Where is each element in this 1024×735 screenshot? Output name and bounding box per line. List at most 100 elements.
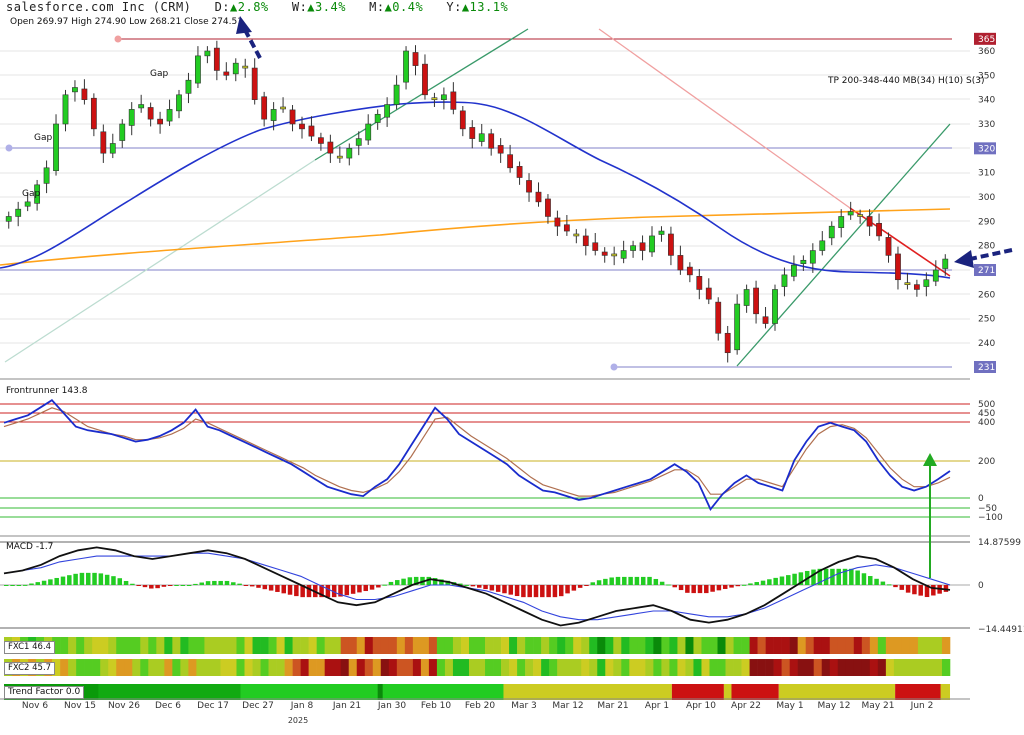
heat-cell [180,637,189,654]
heat-cell [452,637,462,654]
candle-body [157,118,163,125]
macd-histogram-bar [653,578,659,585]
heat-cell [124,637,133,654]
trendline-upper-green [314,28,529,161]
heat-cell [60,637,69,654]
candle-body [299,123,305,130]
macd-histogram-bar [760,580,766,585]
macd-histogram-bar [861,573,867,585]
heat-cell [893,659,903,676]
heat-cell [388,659,398,676]
x-axis-date-label: Mar 3 [511,701,537,711]
heat-cell [725,637,734,654]
macd-histogram-bar [893,585,898,588]
macd-histogram-bar [697,585,703,594]
macd-histogram-bar [918,585,923,596]
heat-cell [204,659,213,676]
heat-cell [268,637,277,654]
candle-body [478,133,485,142]
trend-segment [723,684,732,700]
macd-histogram-bar [741,584,747,586]
heat-cell [509,659,518,676]
heat-cell [140,659,149,676]
price-tick-label: 240 [978,339,995,349]
price-tag-label: 271 [978,266,995,276]
heat-cell [92,637,101,654]
heat-cell [364,659,374,676]
macd-histogram-bar [748,583,753,585]
macd-histogram-bar [464,584,469,586]
macd-tick-label: 0 [978,581,984,591]
trend-segment [98,684,241,700]
heat-cell [837,659,847,676]
macd-histogram-bar [533,585,539,598]
macd-histogram-bar [565,585,570,594]
candle-body [308,125,315,137]
frontrunner-signal-line [3,407,951,497]
heat-cell [925,637,935,654]
macd-histogram-bar [79,572,85,585]
macd-histogram-bar [193,583,198,585]
heat-cell [885,637,895,654]
macd-histogram-bar [855,570,860,585]
candle-body [526,180,532,193]
macd-histogram-bar [174,585,179,586]
heat-cell [308,659,317,676]
macd-histogram-bar [237,583,242,585]
heat-cell [837,637,847,654]
macd-histogram-bar [16,585,22,586]
heat-cell [845,659,855,676]
macd-histogram-bar [294,585,299,597]
macd-histogram-bar [495,585,501,592]
gap-label: Gap [150,69,169,79]
heat-cell [252,637,261,654]
macd-histogram-bar [722,585,728,589]
macd-histogram-bar [615,576,621,585]
candle-body [611,253,618,257]
macd-histogram-bar [577,585,583,588]
heat-cell [541,659,550,676]
macd-histogram-bar [899,585,905,590]
heat-cell [757,659,766,676]
trend-segment [731,684,779,700]
heat-cell [260,659,269,676]
macd-histogram-bar [540,585,545,598]
heat-cell [276,659,285,676]
heat-cell [228,637,237,654]
heat-cell [172,637,181,654]
heat-cell [244,637,253,654]
price-tick-label: 310 [978,169,995,179]
heat-cell [140,637,149,654]
heat-cell [637,659,646,676]
x-axis-date-label: May 1 [776,701,804,711]
stock-chart-svg: 2402502602702802903003103203303403503603… [0,16,1024,700]
macd-histogram-bar [590,582,596,585]
x-axis-date-label: May 12 [817,701,851,711]
heat-cell [797,659,806,676]
heat-cell [204,637,213,654]
candle-body [649,235,655,253]
macd-histogram-bar [149,585,154,589]
heat-cell [404,637,414,654]
x-axis-date-label: Nov 15 [64,701,96,711]
macd-histogram-bar [647,576,652,585]
heat-cell [404,659,414,676]
macd-histogram-bar [104,574,110,585]
price-tick-label: 280 [978,242,995,252]
ma-orange-line [0,208,951,266]
heat-cell [869,659,879,676]
macd-histogram-bar [905,585,911,593]
macd-histogram-bar [161,585,167,587]
candle-body [280,106,286,110]
price-tick-label: 260 [978,290,995,300]
macd-histogram-bar [130,583,135,585]
heat-cell [228,659,237,676]
candle-body [488,133,495,149]
heat-cell [332,637,342,654]
heat-cell [917,637,927,654]
macd-histogram-bar [640,576,646,585]
candle-body [913,284,920,290]
macd-histogram-bar [224,580,230,585]
heat-cell [148,637,157,654]
macd-histogram-bar [672,585,678,588]
